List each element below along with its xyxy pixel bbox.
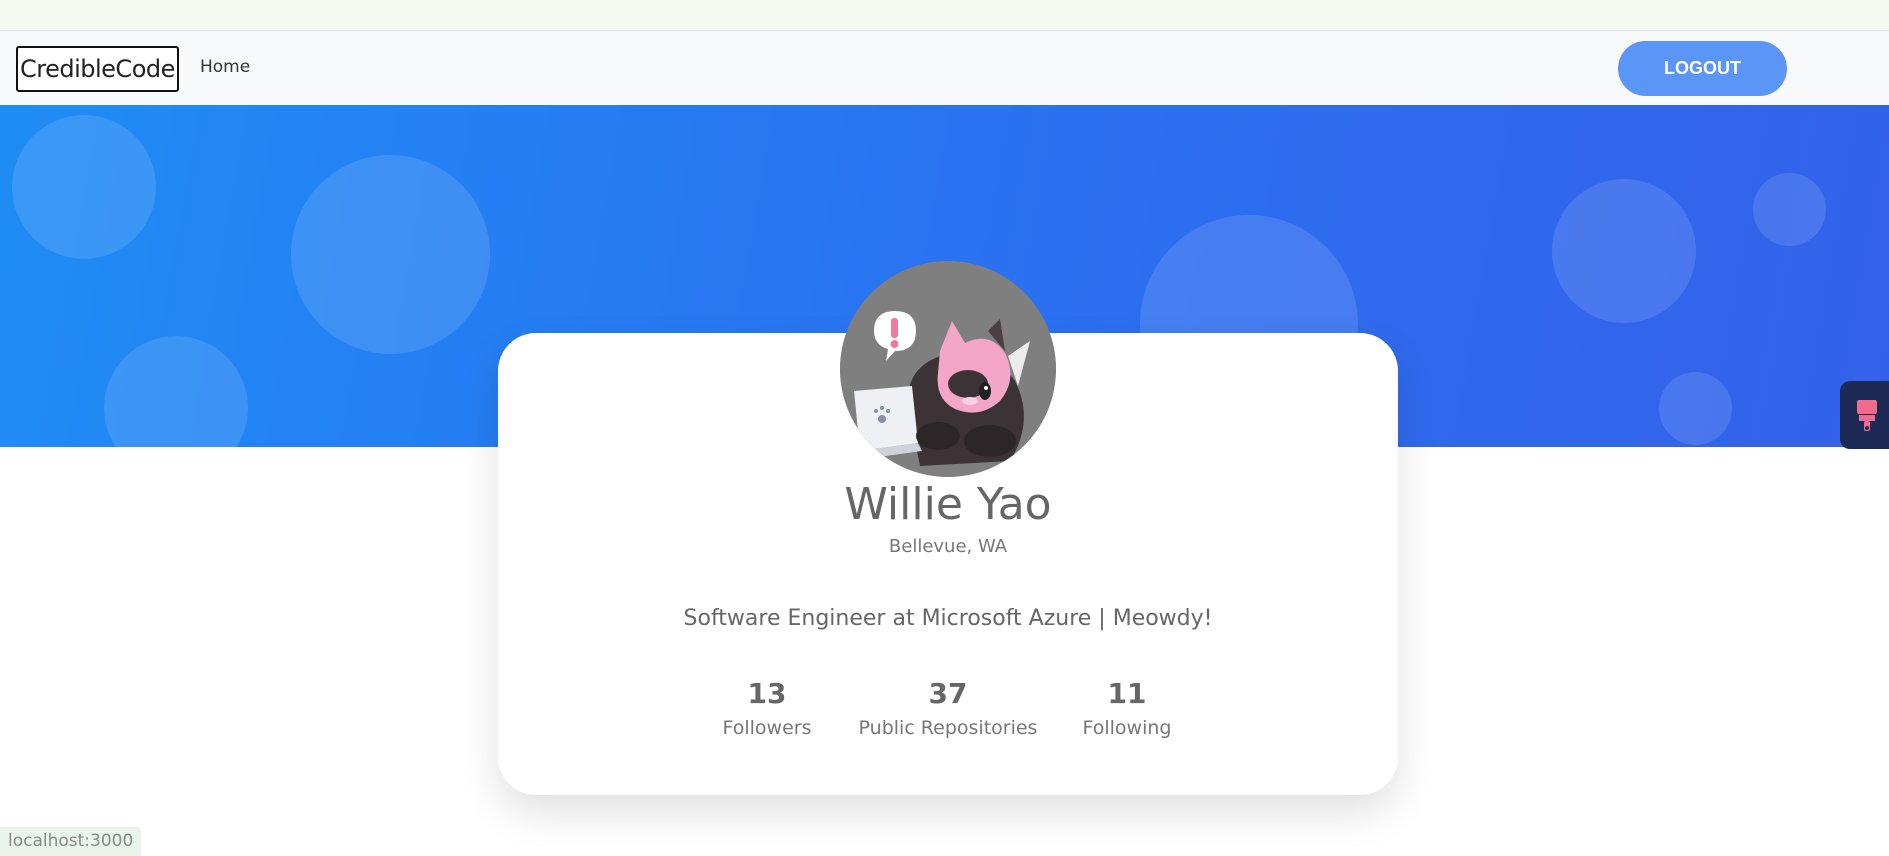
logout-button[interactable]: LOGOUT	[1618, 41, 1787, 96]
profile-location: Bellevue, WA	[888, 536, 1008, 557]
banner-bubble	[1753, 173, 1826, 246]
banner-bubble	[1552, 179, 1696, 323]
stat-value: 11	[1107, 677, 1147, 710]
stat-following: 11 Following	[1076, 674, 1178, 742]
browser-top-strip	[0, 0, 1889, 31]
navbar: CredibleCode Home LOGOUT	[0, 31, 1889, 105]
side-widget-button[interactable]	[1840, 381, 1889, 449]
stat-label: Followers	[722, 717, 812, 739]
banner-bubble	[1659, 372, 1732, 445]
stat-value: 37	[928, 677, 968, 710]
avatar-illustration	[840, 261, 1056, 477]
stat-public-repositories: 37 Public Repositories	[852, 674, 1044, 742]
brand-logo[interactable]: CredibleCode	[16, 46, 179, 92]
nav-link-home[interactable]: Home	[200, 55, 250, 79]
banner-bubble	[291, 155, 490, 354]
stat-value: 13	[747, 677, 787, 710]
status-bar-url: localhost:3000	[0, 827, 142, 856]
stat-label: Following	[1082, 717, 1172, 739]
profile-bio: Software Engineer at Microsoft Azure | M…	[683, 606, 1213, 631]
profile-avatar	[840, 261, 1056, 477]
paint-brush-icon	[1857, 400, 1877, 431]
profile-name: Willie Yao	[844, 479, 1052, 530]
stat-followers: 13 Followers	[716, 674, 818, 742]
banner-bubble	[12, 115, 156, 259]
stat-label: Public Repositories	[858, 717, 1038, 739]
banner-bubble	[104, 336, 248, 447]
